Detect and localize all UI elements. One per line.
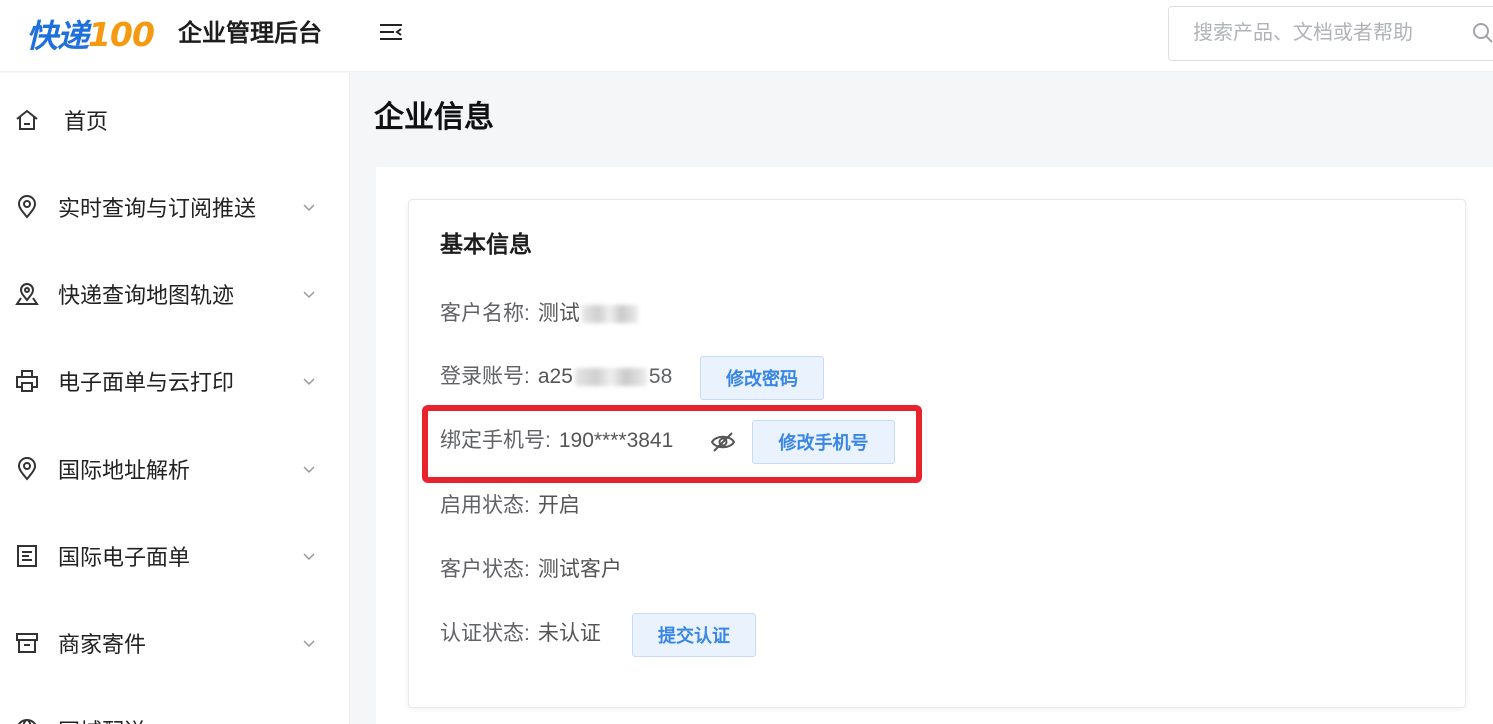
location-pin-icon [14,194,40,220]
sidebar-item-label: 电子面单与云打印 [58,370,235,395]
menu-collapse-icon[interactable] [378,20,404,46]
logo-number: 100 [88,14,155,54]
sidebar-item-city-delivery[interactable]: 同城配送 [0,700,350,724]
chevron-down-icon [300,285,318,303]
highlight-box [422,405,922,483]
chevron-down-icon [300,198,318,216]
search-input[interactable] [1193,7,1463,60]
sidebar-item-map-track[interactable]: 快递查询地图轨迹 [0,264,350,324]
customer-status-row: 客户状态: 测试客户 [440,555,622,585]
section-title: 基本信息 [440,231,532,257]
brand-logo[interactable]: 快递 100 [26,12,155,56]
login-account-prefix: a25 [537,365,573,388]
sidebar-item-label: 快递查询地图轨迹 [58,283,235,308]
home-icon [14,107,40,133]
sidebar-item-label: 首页 [64,109,109,134]
search-box [1168,6,1493,61]
top-header: 快递 100 企业管理后台 [0,0,1493,72]
sidebar-item-intl-address[interactable]: 国际地址解析 [0,439,350,499]
page-title: 企业信息 [374,101,494,134]
customer-status-value: 测试客户 [537,558,622,581]
chevron-down-icon [300,372,318,390]
field-label: 认证状态: [440,622,530,645]
customer-name-value: 测试 [537,302,580,325]
redacted-text [581,305,638,324]
sidebar-item-intl-waybill[interactable]: 国际电子面单 [0,526,350,586]
sidebar-item-label: 国际地址解析 [58,458,191,483]
enable-status-row: 启用状态: 开启 [440,491,580,521]
globe-icon [14,717,40,724]
field-label: 客户状态: [440,558,530,581]
sidebar-item-label: 国际电子面单 [58,545,191,570]
redacted-text [574,368,647,387]
archive-box-icon [14,630,40,656]
chevron-down-icon [300,634,318,652]
sidebar-item-label: 实时查询与订阅推送 [58,196,257,221]
customer-name-row: 客户名称: 测试 [440,299,640,329]
document-icon [14,543,40,569]
sidebar-item-home[interactable]: 首页 [0,90,350,150]
change-password-button[interactable]: 修改密码 [700,356,824,400]
app-title: 企业管理后台 [178,20,322,47]
field-label: 登录账号: [440,365,530,388]
sidebar-item-label: 同城配送 [58,714,146,724]
login-account-row: 登录账号: a25 58 [440,362,672,392]
chevron-down-icon [300,460,318,478]
field-label: 启用状态: [440,494,530,517]
enable-status-value: 开启 [537,494,580,517]
chevron-down-icon [300,547,318,565]
printer-icon [14,368,40,394]
location-pin-icon [14,456,40,482]
sidebar-item-merchant-shipping[interactable]: 商家寄件 [0,613,350,673]
field-label: 客户名称: [440,302,530,325]
auth-status-row: 认证状态: 未认证 [440,619,601,649]
sidebar-item-label: 商家寄件 [58,632,147,657]
sidebar-item-realtime-query[interactable]: 实时查询与订阅推送 [0,177,350,237]
login-account-suffix: 58 [648,365,673,388]
sidebar: 首页 实时查询与订阅推送 快递查询地图轨迹 电子面单与云打印 国际地址解析 国际… [0,73,350,724]
sidebar-item-e-waybill[interactable]: 电子面单与云打印 [0,351,350,411]
search-icon[interactable] [1471,21,1493,45]
logo-text: 快递 [26,17,89,55]
submit-verification-button[interactable]: 提交认证 [632,613,756,657]
map-pin-icon [14,281,40,307]
auth-status-value: 未认证 [537,622,601,645]
